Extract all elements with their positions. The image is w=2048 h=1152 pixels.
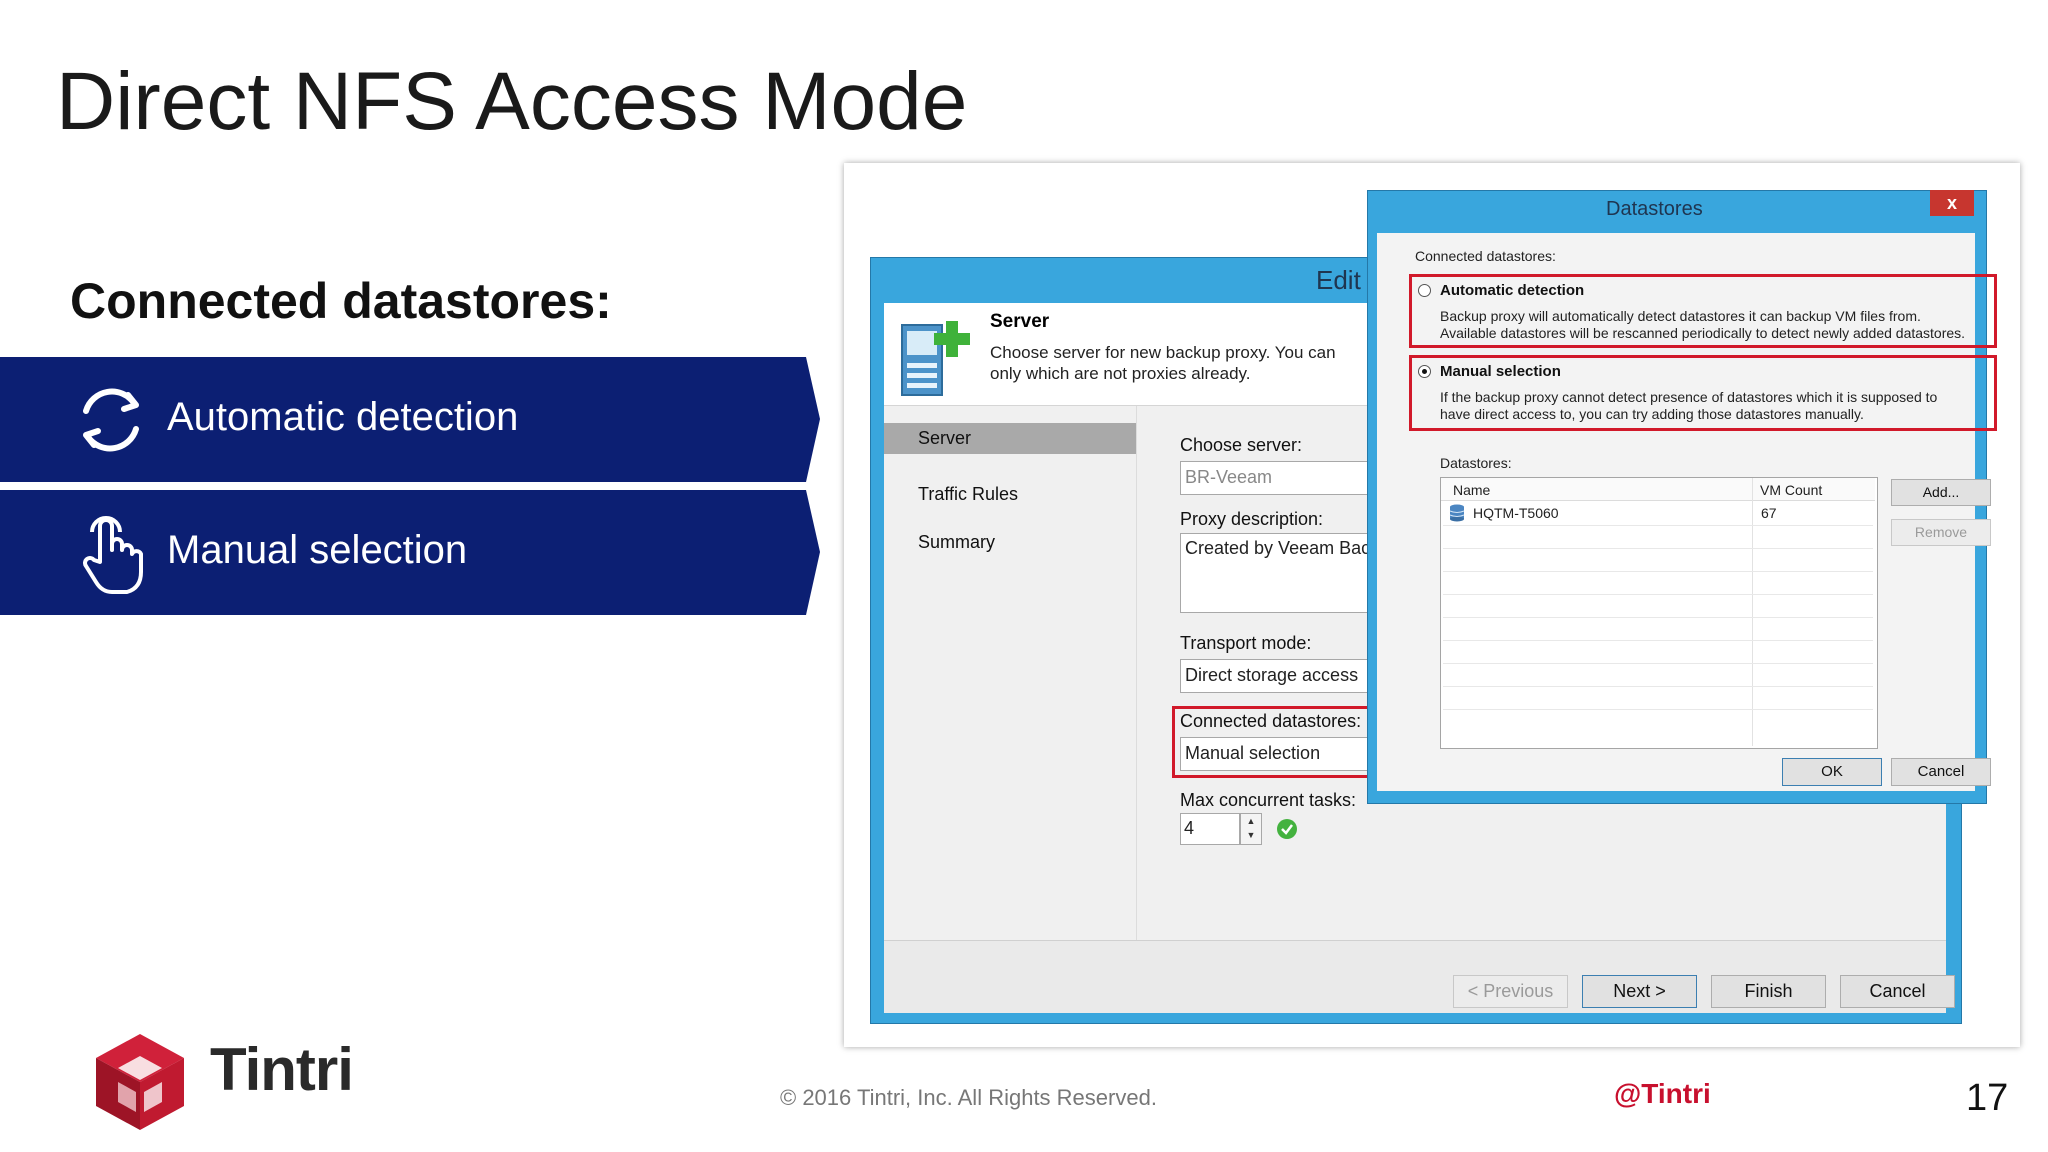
database-icon [1449, 504, 1465, 522]
proxy-description-label: Proxy description: [1180, 509, 1324, 529]
row-vm-count: 67 [1761, 505, 1777, 521]
grid-line [1443, 663, 1873, 664]
column-header-vm-count[interactable]: VM Count [1760, 482, 1822, 498]
tintri-logo-icon [96, 1034, 184, 1130]
datastores-label: Datastores: [1440, 455, 1512, 471]
grid-line [1443, 709, 1873, 710]
manual-selection-desc-2: have direct access to, you can try addin… [1440, 406, 1864, 422]
grid-line [1443, 548, 1873, 549]
hand-pointer-icon [83, 516, 143, 594]
column-header-name[interactable]: Name [1453, 482, 1490, 498]
cancel-button[interactable]: Cancel [1840, 975, 1955, 1008]
option-label-manual: Manual selection [167, 528, 468, 572]
transport-mode-label: Transport mode: [1180, 633, 1312, 653]
copyright-text: © 2016 Tintri, Inc. All Rights Reserved. [780, 1085, 1157, 1110]
grid-line [1443, 640, 1873, 641]
choose-server-label: Choose server: [1180, 435, 1303, 455]
header-description: Choose server for new backup proxy. You … [990, 343, 1336, 383]
datastores-cancel-button[interactable]: Cancel [1891, 758, 1991, 786]
manual-selection-desc-1: If the backup proxy cannot detect presen… [1440, 389, 1938, 405]
connected-datastores-caption: Connected datastores: [1415, 248, 1556, 264]
manual-selection-radio[interactable] [1418, 365, 1431, 378]
grid-line [1443, 571, 1873, 572]
ok-button[interactable]: OK [1782, 758, 1882, 786]
nav-item-summary[interactable]: Summary [918, 532, 995, 553]
datastores-dialog-title: Datastores [1606, 198, 1703, 220]
slide-title: Direct NFS Access Mode [56, 56, 968, 147]
max-tasks-input[interactable]: 4 [1180, 813, 1240, 845]
row-name: HQTM-T5060 [1473, 505, 1559, 521]
option-banner-automatic: Automatic detection [0, 357, 820, 482]
proxy-description-field[interactable]: Created by Veeam Backup [1180, 533, 1390, 613]
choose-server-field[interactable]: BR-Veeam [1180, 461, 1390, 495]
grid-line [1443, 686, 1873, 687]
automatic-detection-radio[interactable] [1418, 284, 1431, 297]
nav-item-traffic-rules[interactable]: Traffic Rules [918, 484, 1018, 505]
refresh-icon [83, 388, 139, 452]
option-banner-manual: Manual selection [0, 490, 820, 615]
nav-item-server[interactable]: Server [918, 428, 971, 449]
connected-datastores-label: Connected datastores: [1180, 711, 1362, 731]
add-button[interactable]: Add... [1891, 479, 1991, 506]
twitter-handle: @Tintri [1614, 1078, 1711, 1109]
max-tasks-label: Max concurrent tasks: [1180, 790, 1357, 810]
remove-button[interactable]: Remove [1891, 519, 1991, 546]
close-icon[interactable]: x [1930, 190, 1974, 216]
option-label-automatic: Automatic detection [167, 395, 519, 439]
page-number: 17 [1966, 1077, 2009, 1119]
finish-button[interactable]: Finish [1711, 975, 1826, 1008]
automatic-detection-desc-2: Available datastores will be rescanned p… [1440, 325, 1966, 341]
automatic-detection-desc-1: Backup proxy will automatically detect d… [1440, 308, 1921, 324]
section-heading: Connected datastores: [70, 273, 612, 329]
grid-line [1443, 594, 1873, 595]
connected-datastores-field[interactable]: Manual selection [1180, 737, 1390, 771]
server-add-icon [901, 321, 970, 396]
tintri-logo-text: Tintri [210, 1036, 354, 1103]
header-title: Server [990, 311, 1050, 332]
next-button[interactable]: Next > [1582, 975, 1697, 1008]
check-icon [1277, 819, 1297, 839]
grid-line [1443, 617, 1873, 618]
transport-mode-field[interactable]: Direct storage access [1180, 659, 1390, 693]
manual-selection-title: Manual selection [1440, 363, 1561, 380]
grid-line [1443, 525, 1873, 526]
table-row[interactable]: HQTM-T5060 67 [1441, 502, 1875, 524]
automatic-detection-title: Automatic detection [1440, 282, 1585, 299]
previous-button[interactable]: < Previous [1453, 975, 1568, 1008]
max-tasks-spinner[interactable]: ▲ ▼ [1240, 813, 1262, 845]
